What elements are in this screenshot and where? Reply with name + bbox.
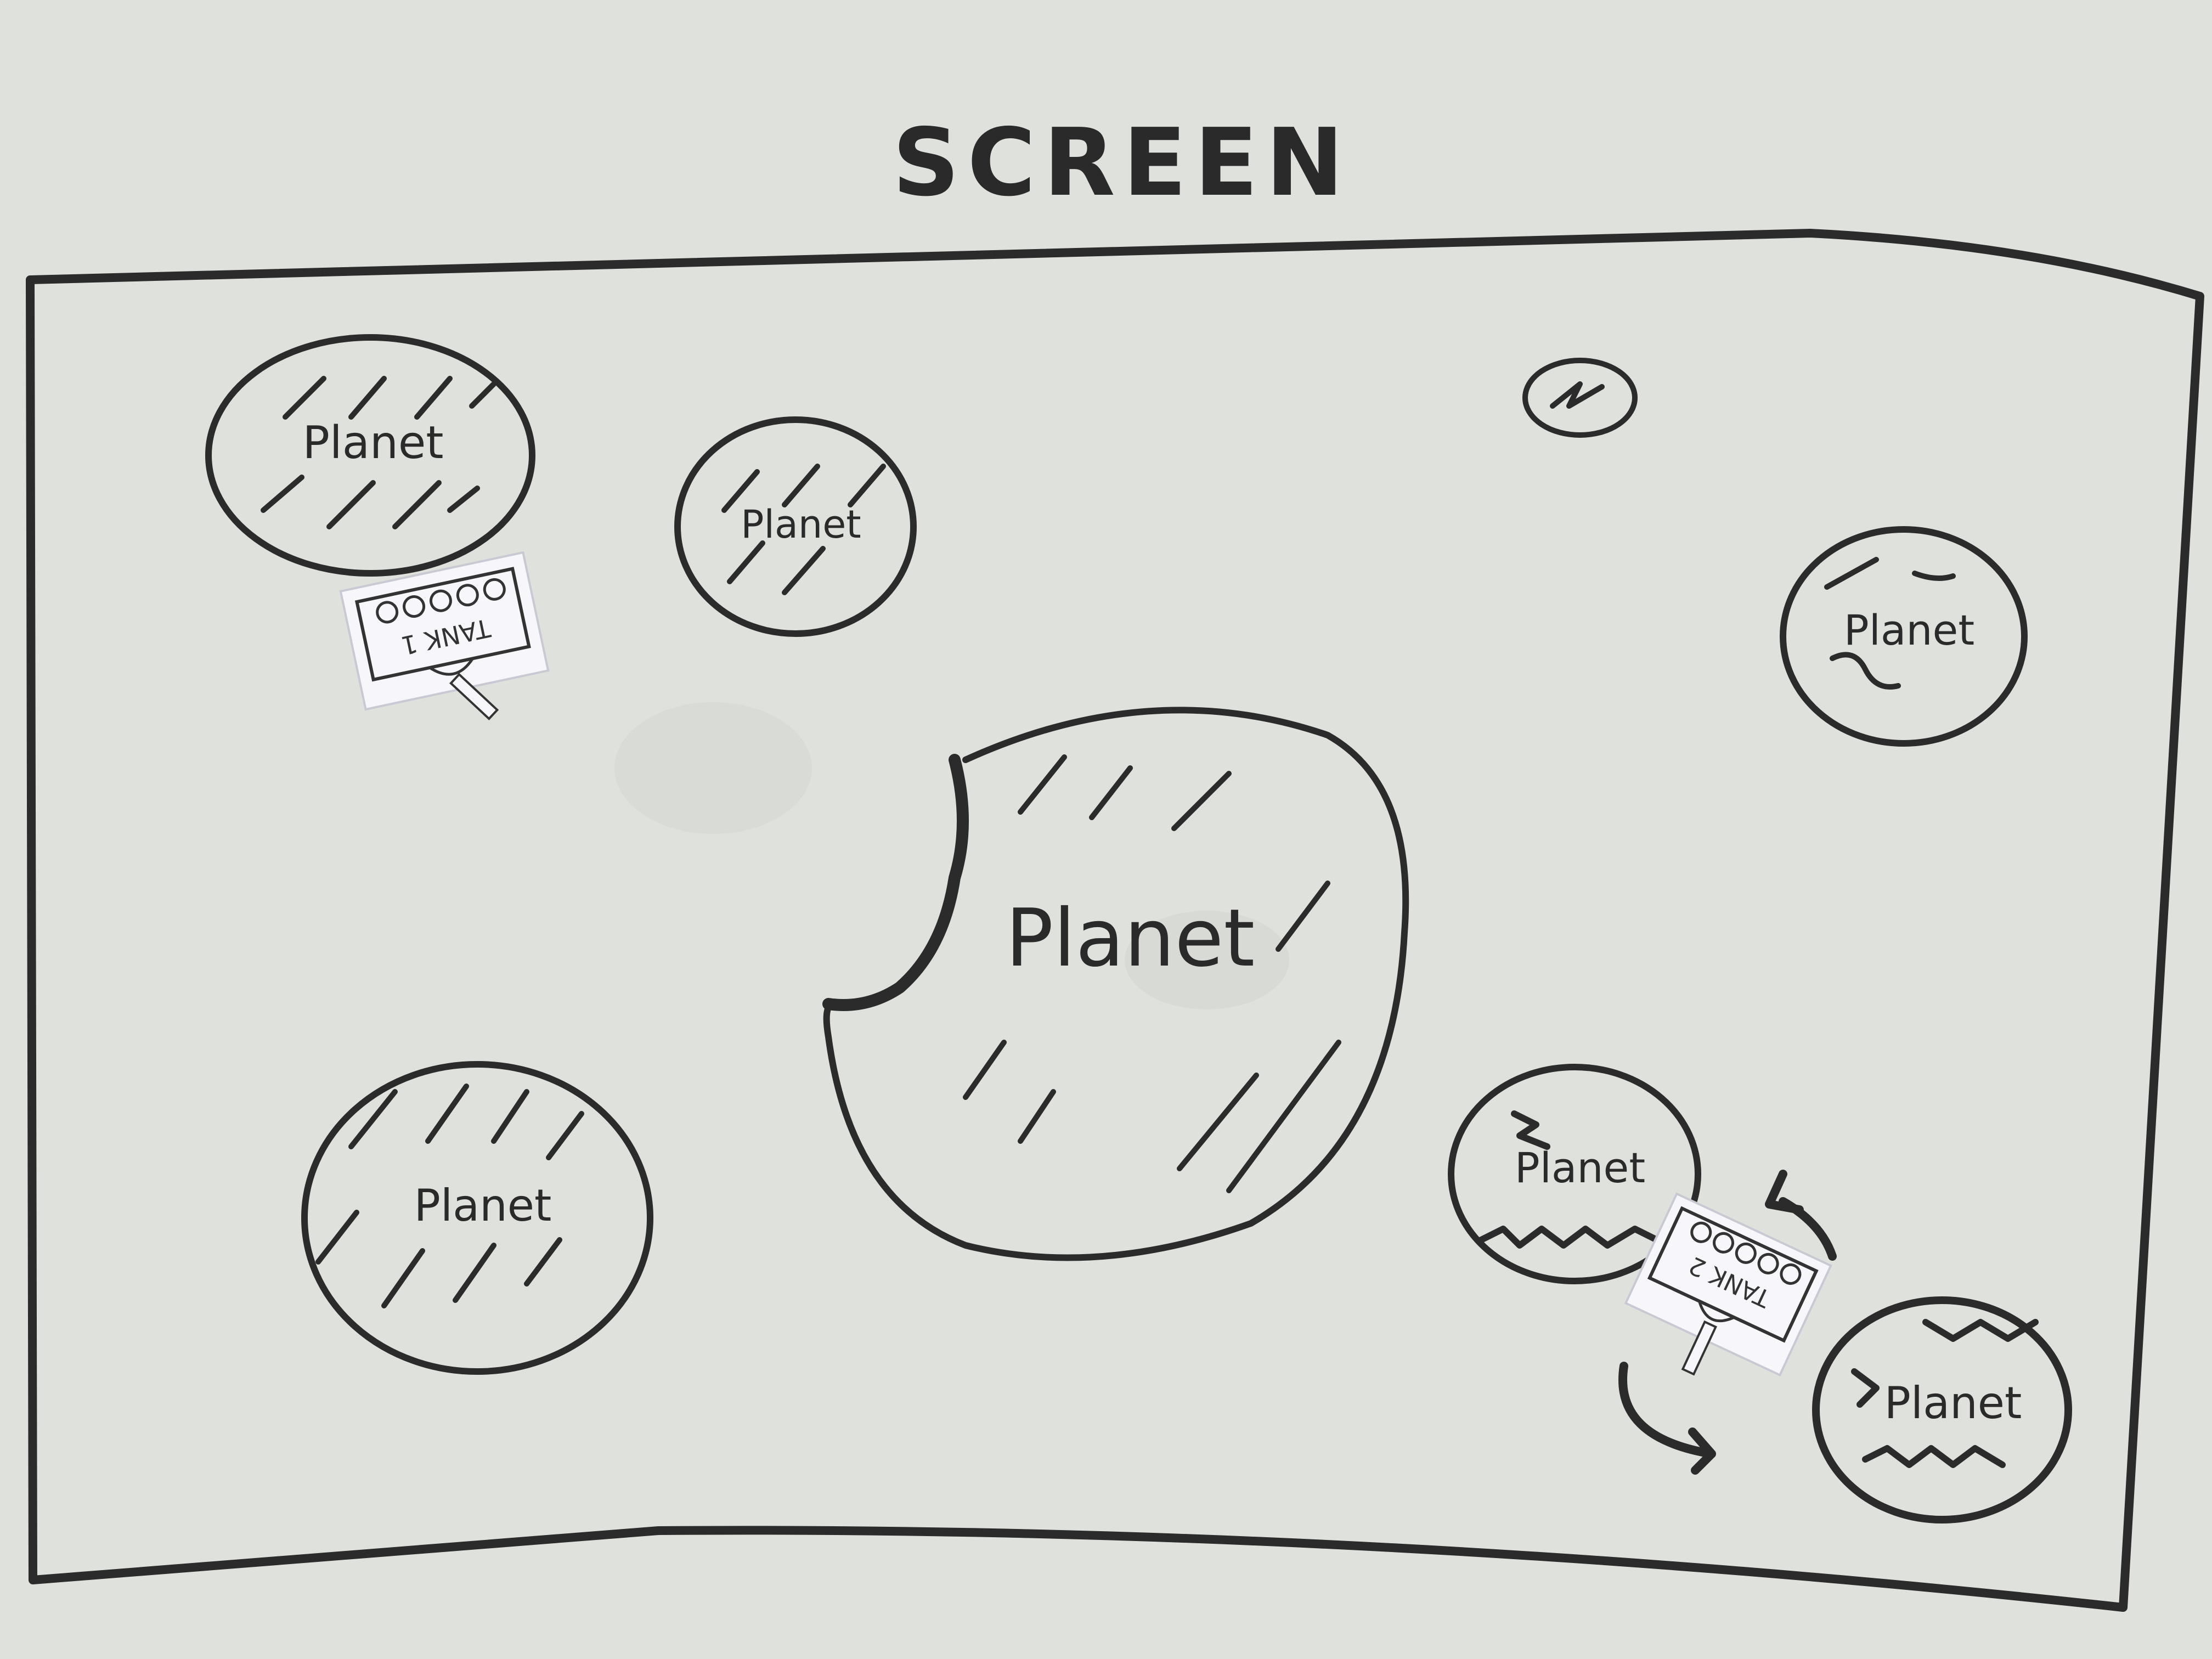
planet-label: Planet <box>1515 1143 1645 1192</box>
planet-label: Planet <box>1884 1378 2022 1429</box>
planet-label: Planet <box>1006 892 1255 985</box>
planet-label: Planet <box>414 1180 552 1231</box>
planet-label: Planet <box>741 502 861 547</box>
planet-label: Planet <box>302 417 443 469</box>
whiteboard-sketch: SCREEN Planet Planet Planet Planet Plane… <box>0 0 2212 1659</box>
page-title: SCREEN <box>893 109 1352 217</box>
planet-label: Planet <box>1844 606 1974 654</box>
